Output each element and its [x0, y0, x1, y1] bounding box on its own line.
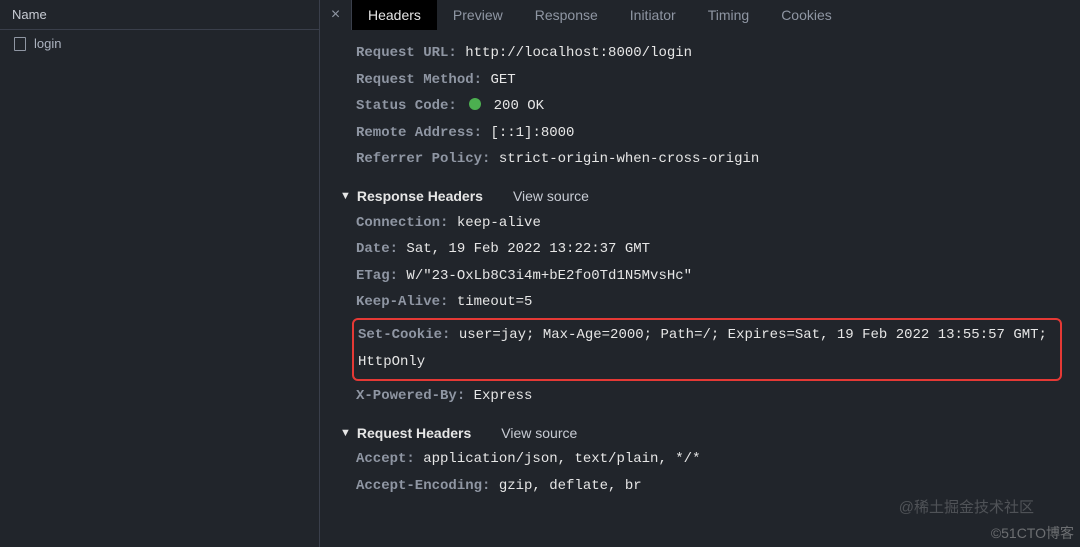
request-url-key: Request URL: — [356, 45, 457, 61]
document-icon — [14, 37, 26, 51]
tab-cookies[interactable]: Cookies — [765, 0, 848, 30]
tab-headers[interactable]: Headers — [352, 0, 437, 30]
header-row: Accept: application/json, text/plain, */… — [356, 446, 1060, 473]
set-cookie-value: user=jay; Max-Age=2000; Path=/; Expires=… — [358, 327, 1047, 370]
tab-initiator[interactable]: Initiator — [614, 0, 692, 30]
header-row: Keep-Alive: timeout=5 — [356, 289, 1060, 316]
header-row: ETag: W/"23-OxLb8C3i4m+bE2fo0Td1N5MvsHc" — [356, 263, 1060, 290]
header-row: X-Powered-By: Express — [356, 383, 1060, 410]
general-section: Request URL: http://localhost:8000/login… — [320, 40, 1080, 173]
response-headers-block: Connection: keep-alive Date: Sat, 19 Feb… — [320, 210, 1080, 316]
sidebar-header-label: Name — [12, 7, 47, 22]
request-method-key: Request Method: — [356, 72, 482, 88]
etag-key: ETag: — [356, 268, 398, 284]
request-item-label: login — [34, 36, 61, 51]
request-list: login — [0, 30, 319, 547]
header-row: Request Method: GET — [356, 67, 1060, 94]
response-headers-section-toggle[interactable]: ▼ Response Headers View source — [320, 183, 1080, 210]
response-headers-block-2: X-Powered-By: Express — [320, 383, 1080, 410]
connection-key: Connection: — [356, 215, 448, 231]
date-key: Date: — [356, 241, 398, 257]
x-powered-by-key: X-Powered-By: — [356, 388, 465, 404]
header-row: Connection: keep-alive — [356, 210, 1060, 237]
accept-encoding-value: gzip, deflate, br — [499, 478, 642, 494]
referrer-policy-key: Referrer Policy: — [356, 151, 490, 167]
set-cookie-key: Set-Cookie: — [358, 327, 450, 343]
date-value: Sat, 19 Feb 2022 13:22:37 GMT — [406, 241, 650, 257]
remote-address-key: Remote Address: — [356, 125, 482, 141]
close-icon: × — [331, 6, 340, 24]
main-panel: × Headers Preview Response Initiator Tim… — [320, 0, 1080, 547]
view-source-link[interactable]: View source — [513, 183, 589, 210]
network-sidebar: Name login — [0, 0, 320, 547]
status-code-value: 200 OK — [494, 98, 544, 114]
status-dot-icon — [469, 98, 481, 110]
accept-value: application/json, text/plain, */* — [423, 451, 700, 467]
status-code-key: Status Code: — [356, 98, 457, 114]
keep-alive-key: Keep-Alive: — [356, 294, 448, 310]
x-powered-by-value: Express — [474, 388, 533, 404]
header-row: Request URL: http://localhost:8000/login — [356, 40, 1060, 67]
connection-value: keep-alive — [457, 215, 541, 231]
request-method-value: GET — [490, 72, 515, 88]
header-row: Date: Sat, 19 Feb 2022 13:22:37 GMT — [356, 236, 1060, 263]
tab-preview[interactable]: Preview — [437, 0, 519, 30]
tab-response[interactable]: Response — [519, 0, 614, 30]
request-headers-section-toggle[interactable]: ▼ Request Headers View source — [320, 420, 1080, 447]
header-row: Remote Address: [::1]:8000 — [356, 120, 1060, 147]
sidebar-column-header[interactable]: Name — [0, 0, 319, 30]
close-panel-button[interactable]: × — [320, 0, 352, 30]
accept-encoding-key: Accept-Encoding: — [356, 478, 490, 494]
header-row: Referrer Policy: strict-origin-when-cros… — [356, 146, 1060, 173]
set-cookie-highlight: Set-Cookie: user=jay; Max-Age=2000; Path… — [352, 318, 1062, 381]
accept-key: Accept: — [356, 451, 415, 467]
triangle-down-icon: ▼ — [340, 186, 351, 207]
watermark-juejin: @稀土掘金技术社区 — [899, 496, 1034, 517]
headers-content: Request URL: http://localhost:8000/login… — [320, 30, 1080, 547]
remote-address-value: [::1]:8000 — [490, 125, 574, 141]
response-headers-title: Response Headers — [357, 183, 483, 210]
request-item-login[interactable]: login — [0, 30, 319, 57]
tab-timing[interactable]: Timing — [692, 0, 766, 30]
watermark-51cto: ©51CTO博客 — [991, 523, 1074, 543]
tabs-row: × Headers Preview Response Initiator Tim… — [320, 0, 1080, 30]
header-row: Status Code: 200 OK — [356, 93, 1060, 120]
request-headers-block: Accept: application/json, text/plain, */… — [320, 446, 1080, 499]
referrer-policy-value: strict-origin-when-cross-origin — [499, 151, 759, 167]
triangle-down-icon: ▼ — [340, 423, 351, 444]
request-url-value: http://localhost:8000/login — [465, 45, 692, 61]
etag-value: W/"23-OxLb8C3i4m+bE2fo0Td1N5MvsHc" — [406, 268, 692, 284]
keep-alive-value: timeout=5 — [457, 294, 533, 310]
header-row: Set-Cookie: user=jay; Max-Age=2000; Path… — [354, 322, 1054, 375]
request-headers-title: Request Headers — [357, 420, 471, 447]
view-source-link[interactable]: View source — [501, 420, 577, 447]
